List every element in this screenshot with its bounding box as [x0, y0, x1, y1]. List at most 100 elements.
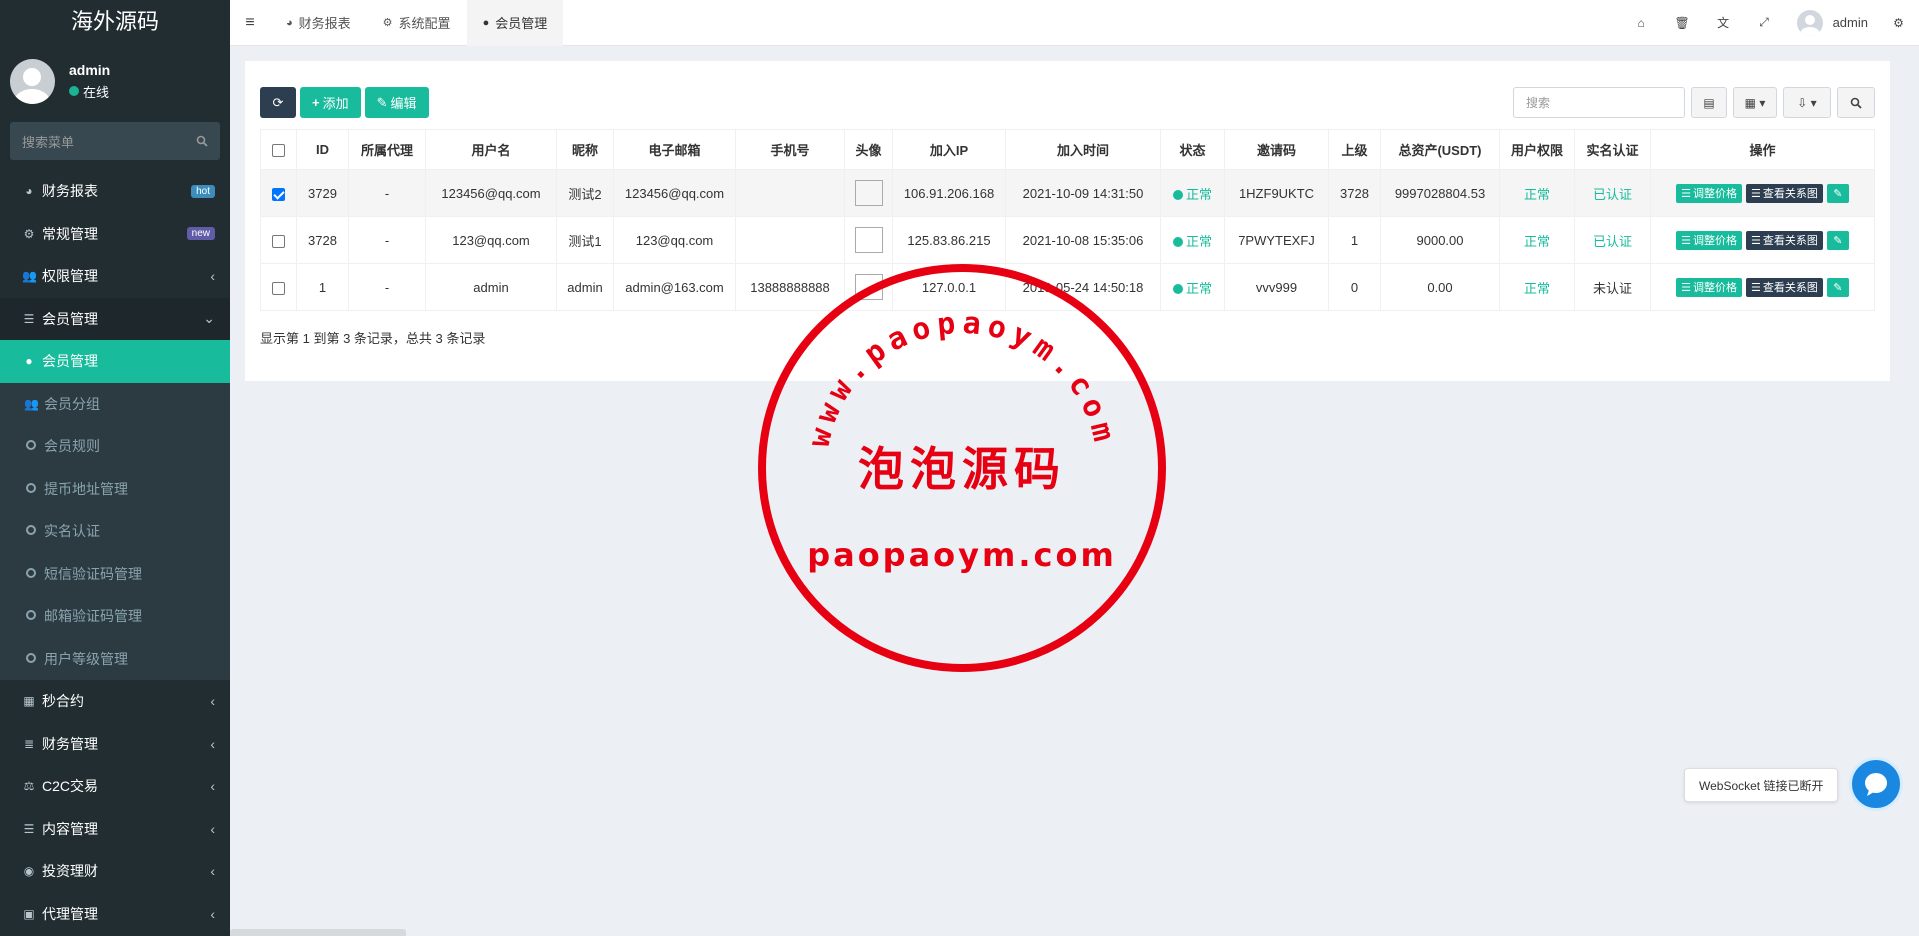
chevron-left-icon: ‹: [210, 268, 215, 285]
plus-icon: +: [312, 95, 320, 110]
avatar-image[interactable]: [854, 180, 883, 206]
avatar-image[interactable]: [854, 227, 883, 253]
refresh-button[interactable]: ⟳: [260, 87, 296, 118]
chevron-left-icon: ‹: [210, 693, 215, 710]
avatar: [10, 58, 55, 104]
tab-member-manage[interactable]: ● 会员管理: [466, 0, 564, 46]
dashboard-icon: ◕: [286, 16, 293, 29]
top-user-menu[interactable]: admin: [1785, 9, 1878, 36]
logo[interactable]: 海外源码: [0, 0, 230, 46]
export-icon: ⇩ ▾: [1797, 95, 1817, 110]
tab-finance-report[interactable]: ◕ 财务报表: [270, 0, 367, 46]
balance-scale-icon: ⚖: [23, 779, 35, 794]
avatar: [1796, 9, 1823, 36]
sidebar-item-auth[interactable]: 👥 权限管理 ‹: [0, 255, 230, 298]
chat-icon: [1865, 773, 1887, 796]
fullscreen-icon[interactable]: ⤢: [1744, 15, 1785, 30]
columns-icon: ▦ ▾: [1744, 95, 1766, 110]
search-icon[interactable]: [196, 135, 208, 147]
circle-icon: [26, 652, 36, 663]
sidebar-item-user-level[interactable]: 用户等级管理: [0, 637, 230, 680]
row-checkbox[interactable]: [272, 281, 285, 295]
add-button[interactable]: + 添加: [300, 87, 361, 118]
search-input[interactable]: 搜索: [1513, 87, 1685, 118]
list-icon: ☰: [1751, 187, 1761, 200]
sidebar-item-seconds-contract[interactable]: ▦ 秒合约 ‹: [0, 680, 230, 723]
col-permission: 用户权限: [1499, 129, 1575, 170]
search-toggle-button[interactable]: [1837, 87, 1875, 118]
chevron-left-icon: ‹: [210, 735, 215, 752]
sidebar-item-member[interactable]: ☰ 会员管理 ⌄: [0, 297, 230, 340]
sidebar-item-finance-report[interactable]: ◕ 财务报表 hot: [0, 170, 230, 213]
topbar: ≡ ◕ 财务报表 ⚙ 系统配置 ● 会员管理 ⌂ 🗑 文 ⤢ admin ⚙: [230, 0, 1919, 46]
table-header-row: ID 所属代理 用户名 昵称 电子邮箱 手机号 头像 加入IP 加入时间 状态 …: [260, 129, 1875, 170]
sidebar-item-general[interactable]: ⚙ 常规管理 new: [0, 213, 230, 256]
pagination-info: 显示第 1 到第 3 条记录，总共 3 条记录: [260, 331, 486, 346]
sidebar-item-withdraw-address[interactable]: 提币地址管理: [0, 467, 230, 510]
list-icon: ☰: [1681, 281, 1691, 294]
select-all-cell[interactable]: [260, 129, 297, 170]
avatar-image[interactable]: [854, 274, 883, 300]
status-badge: 正常: [1160, 169, 1225, 217]
toggle-view-button[interactable]: ▤: [1691, 87, 1727, 118]
pencil-icon: ✎: [376, 94, 388, 110]
export-button[interactable]: ⇩ ▾: [1783, 87, 1831, 118]
edit-button[interactable]: ✎ 编辑: [364, 87, 429, 118]
status-badge: 正常: [1160, 263, 1225, 311]
stamp-bottom-text: paopaoym.com: [807, 536, 1117, 574]
list-icon: ☰: [1681, 187, 1691, 200]
tab-system-config[interactable]: ⚙ 系统配置: [367, 0, 467, 46]
group-icon: 👥: [22, 269, 37, 284]
sidebar-item-agent[interactable]: ▣ 代理管理 ‹: [0, 893, 230, 936]
chevron-left-icon: ‹: [210, 905, 215, 922]
sidebar-item-realname[interactable]: 实名认证: [0, 510, 230, 553]
view-relation-button[interactable]: ☰ 查看关系图: [1746, 277, 1823, 297]
edit-row-button[interactable]: ✎: [1826, 183, 1849, 203]
select-all-checkbox[interactable]: [272, 144, 285, 158]
col-status: 状态: [1160, 129, 1225, 170]
sidebar-item-c2c[interactable]: ⚖ C2C交易 ‹: [0, 765, 230, 808]
scrollbar[interactable]: [230, 929, 406, 936]
col-phone: 手机号: [735, 129, 845, 170]
row-checkbox[interactable]: [272, 234, 285, 248]
adjust-price-button[interactable]: ☰ 调整价格: [1676, 230, 1742, 250]
sidebar-item-member-group[interactable]: 👥 会员分组: [0, 382, 230, 425]
edit-row-button[interactable]: ✎: [1826, 277, 1849, 297]
col-id[interactable]: ID: [296, 129, 349, 170]
row-checkbox[interactable]: [272, 187, 285, 201]
calendar-icon: ▦: [23, 694, 35, 709]
table-icon: ▤: [1703, 95, 1715, 110]
view-relation-button[interactable]: ☰ 查看关系图: [1746, 230, 1823, 250]
adjust-price-button[interactable]: ☰ 调整价格: [1676, 183, 1742, 203]
table-row[interactable]: 3729 - 123456@qq.com 测试2 123456@qq.com 1…: [260, 169, 1875, 217]
col-operate: 操作: [1650, 129, 1875, 170]
sidebar-item-member-rule[interactable]: 会员规则: [0, 425, 230, 468]
search-menu-input[interactable]: 搜索菜单: [10, 122, 220, 160]
chat-bubble-button[interactable]: [1849, 757, 1903, 811]
menu-toggle-icon[interactable]: ≡: [230, 14, 270, 32]
sidebar-item-invest[interactable]: ◉ 投资理财 ‹: [0, 850, 230, 893]
sidebar-item-member-manage[interactable]: ● 会员管理: [0, 340, 230, 383]
cogs-icon[interactable]: ⚙: [1878, 16, 1919, 30]
sidebar-item-content[interactable]: ☰ 内容管理 ‹: [0, 808, 230, 851]
trash-icon[interactable]: 🗑: [1662, 16, 1703, 30]
briefcase-icon: ▣: [23, 906, 35, 921]
circle-icon: [26, 567, 36, 578]
table-row[interactable]: 1 - admin admin admin@163.com 1388888888…: [260, 263, 1875, 311]
adjust-price-button[interactable]: ☰ 调整价格: [1676, 277, 1742, 297]
col-parent: 上级: [1328, 129, 1381, 170]
refresh-icon: ⟳: [272, 94, 284, 110]
user-panel: admin 在线: [0, 46, 230, 116]
content-panel: ⟳ + 添加 ✎ 编辑 搜索 ▤ ▦ ▾ ⇩ ▾ ID 所属代理 用户名 昵称 电子…: [245, 61, 1890, 381]
table-row[interactable]: 3728 - 123@qq.com 测试1 123@qq.com 125.83.…: [260, 216, 1875, 264]
list-icon: ☰: [23, 311, 35, 326]
sidebar-item-email-code[interactable]: 邮箱验证码管理: [0, 595, 230, 638]
edit-row-button[interactable]: ✎: [1826, 230, 1849, 250]
sidebar-item-sms-code[interactable]: 短信验证码管理: [0, 552, 230, 595]
col-agent: 所属代理: [348, 129, 426, 170]
columns-button[interactable]: ▦ ▾: [1733, 87, 1777, 118]
sidebar-item-finance[interactable]: ≣ 财务管理 ‹: [0, 723, 230, 766]
language-icon[interactable]: 文: [1703, 14, 1744, 31]
home-icon[interactable]: ⌂: [1621, 16, 1662, 30]
view-relation-button[interactable]: ☰ 查看关系图: [1746, 183, 1823, 203]
